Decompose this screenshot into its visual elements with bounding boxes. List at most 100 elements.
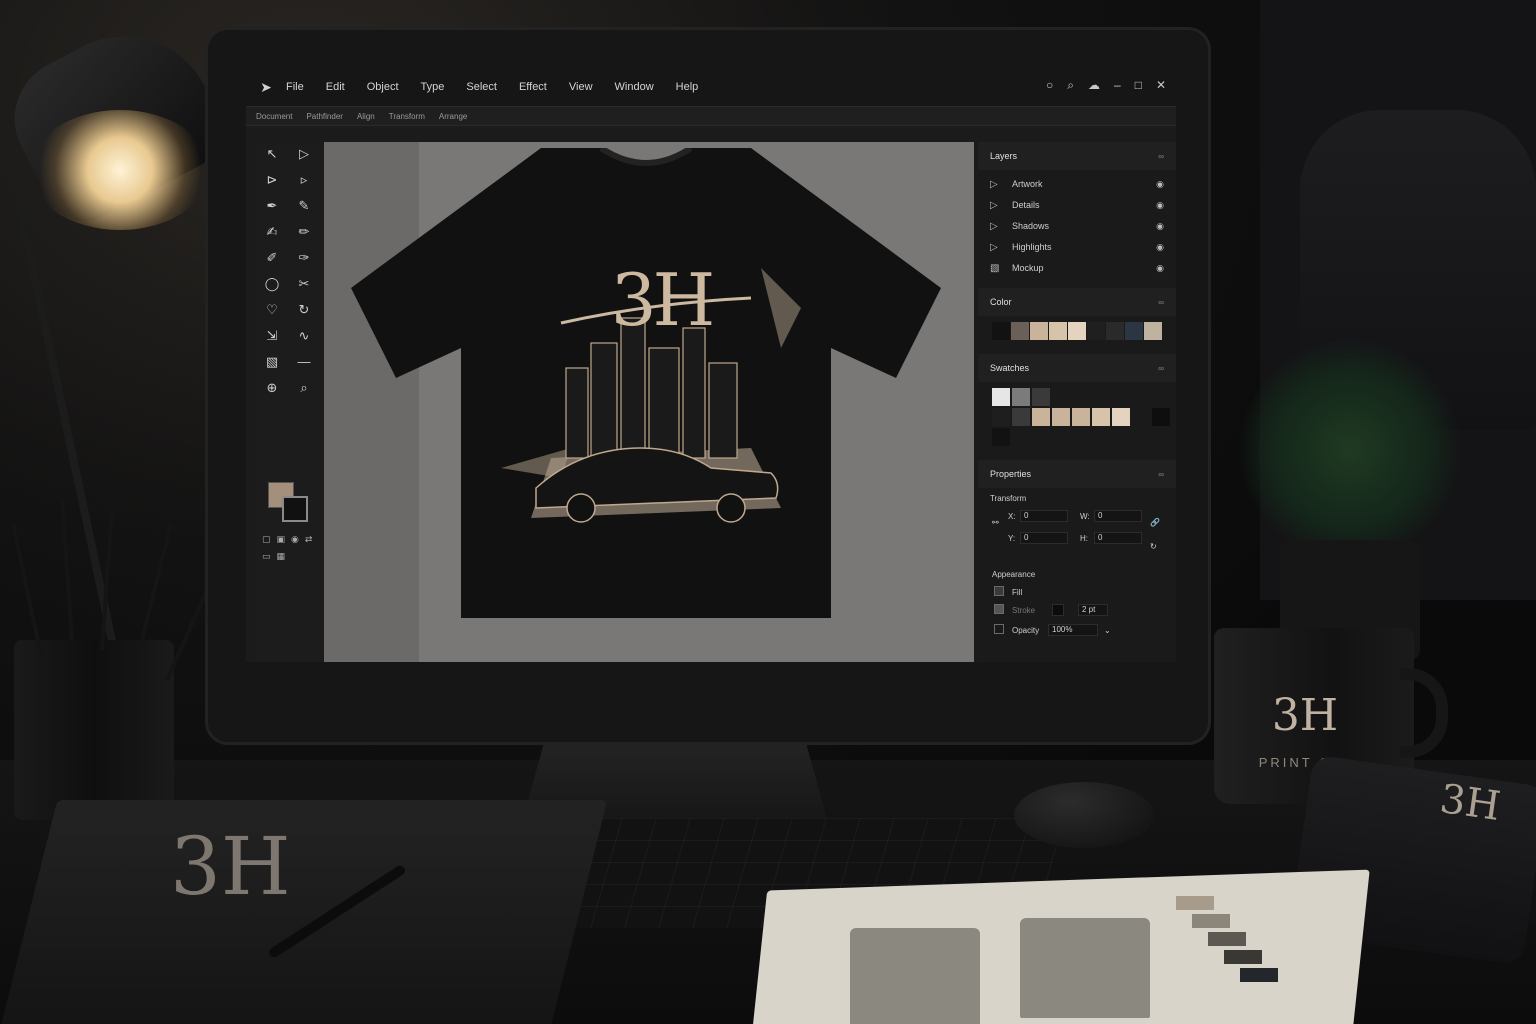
- panel-menu-icon[interactable]: ∞: [1158, 152, 1164, 161]
- curvature-tool-icon[interactable]: ✎: [288, 198, 320, 218]
- screen-mode-icon[interactable]: ▭: [262, 551, 271, 562]
- properties-header[interactable]: Properties ∞: [978, 460, 1176, 488]
- menu-edit[interactable]: Edit: [326, 81, 345, 93]
- draw-inside-icon[interactable]: ◉: [291, 534, 299, 545]
- ellipse-tool-icon[interactable]: ◯: [256, 276, 288, 296]
- artboard-icon[interactable]: ▦: [277, 551, 286, 562]
- swatch[interactable]: [1092, 388, 1110, 406]
- rotate-icon[interactable]: ↻: [1150, 542, 1157, 551]
- panel-menu-icon[interactable]: ∞: [1158, 298, 1164, 307]
- options-align[interactable]: Align: [357, 112, 375, 121]
- swatch[interactable]: [992, 428, 1010, 446]
- link-icon[interactable]: ⚯: [992, 518, 999, 527]
- stroke-weight-field[interactable]: 2 pt: [1078, 604, 1108, 616]
- swatch[interactable]: [1072, 408, 1090, 426]
- visibility-eye-icon[interactable]: ◉: [1148, 221, 1164, 232]
- swatch[interactable]: [1152, 428, 1170, 446]
- search-tool-icon[interactable]: ⌕: [288, 380, 320, 400]
- shape-builder-tool-icon[interactable]: ♡: [256, 302, 288, 322]
- swatch[interactable]: [1032, 408, 1050, 426]
- color-chip[interactable]: [1068, 322, 1086, 340]
- swatch[interactable]: [1052, 408, 1070, 426]
- direct-selection-tool-icon[interactable]: ▷: [288, 146, 320, 166]
- swatch[interactable]: [1112, 408, 1130, 426]
- stroke-checkbox[interactable]: [994, 604, 1004, 614]
- draw-normal-icon[interactable]: ▢: [262, 534, 271, 545]
- zoom-tool-icon[interactable]: ⊕: [256, 380, 288, 400]
- color-chip[interactable]: [1030, 322, 1048, 340]
- layer-highlights[interactable]: ▷ Highlights ◉: [990, 237, 1164, 257]
- pen-tool-icon[interactable]: ✒: [256, 198, 288, 218]
- lasso-tool-icon[interactable]: ▹: [288, 172, 320, 192]
- swatch[interactable]: [1132, 388, 1150, 406]
- layers-header[interactable]: Layers ∞: [978, 142, 1176, 170]
- gradient-tool-icon[interactable]: ▧: [256, 354, 288, 374]
- panel-menu-icon[interactable]: ∞: [1158, 470, 1164, 479]
- swatch[interactable]: [1092, 428, 1110, 446]
- pencil-tool-icon[interactable]: ✏: [288, 224, 320, 244]
- rotate-tool-icon[interactable]: ↻: [288, 302, 320, 322]
- share-icon[interactable]: ○: [1046, 78, 1053, 93]
- brush-tool-icon[interactable]: ✍: [256, 224, 288, 244]
- visibility-eye-icon[interactable]: ◉: [1148, 200, 1164, 211]
- stroke-swatch[interactable]: [1052, 604, 1064, 616]
- menu-window[interactable]: Window: [615, 81, 654, 93]
- options-document[interactable]: Document: [256, 112, 292, 121]
- visibility-eye-icon[interactable]: ◉: [1148, 179, 1164, 190]
- shaper-tool-icon[interactable]: ✑: [288, 250, 320, 270]
- swatch[interactable]: [992, 388, 1010, 406]
- swatch[interactable]: [1072, 388, 1090, 406]
- scale-tool-icon[interactable]: ⇲: [256, 328, 288, 348]
- close-icon[interactable]: ✕: [1156, 78, 1166, 93]
- swatch[interactable]: [1012, 408, 1030, 426]
- cloud-icon[interactable]: ☁: [1088, 78, 1100, 93]
- magic-wand-tool-icon[interactable]: ⊳: [256, 172, 288, 192]
- color-chip[interactable]: [1144, 322, 1162, 340]
- maximize-icon[interactable]: □: [1135, 78, 1142, 93]
- visibility-eye-icon[interactable]: ◉: [1148, 263, 1164, 274]
- options-arrange[interactable]: Arrange: [439, 112, 467, 121]
- menu-type[interactable]: Type: [421, 81, 445, 93]
- swatch[interactable]: [1132, 408, 1150, 426]
- y-field[interactable]: 0: [1020, 532, 1068, 544]
- swatch[interactable]: [1012, 388, 1030, 406]
- h-field[interactable]: 0: [1094, 532, 1142, 544]
- swatch[interactable]: [1132, 428, 1150, 446]
- opacity-checkbox[interactable]: [994, 624, 1004, 634]
- panel-menu-icon[interactable]: ∞: [1158, 364, 1164, 373]
- draw-behind-icon[interactable]: ▣: [277, 534, 286, 545]
- menu-effect[interactable]: Effect: [519, 81, 547, 93]
- search-icon[interactable]: ⌕: [1067, 78, 1074, 93]
- visibility-eye-icon[interactable]: ◉: [1148, 242, 1164, 253]
- color-header[interactable]: Color ∞: [978, 288, 1176, 316]
- swatch[interactable]: [1032, 388, 1050, 406]
- menu-file[interactable]: File: [286, 81, 304, 93]
- app-cursor-icon[interactable]: ➤: [246, 79, 286, 96]
- constrain-icon[interactable]: 🔗: [1150, 518, 1160, 527]
- swatch[interactable]: [1112, 428, 1130, 446]
- opacity-field[interactable]: 100%: [1048, 624, 1098, 636]
- menu-select[interactable]: Select: [466, 81, 497, 93]
- swatches-header[interactable]: Swatches ∞: [978, 354, 1176, 382]
- chevron-down-icon[interactable]: ⌄: [1104, 626, 1111, 635]
- swatch[interactable]: [992, 408, 1010, 426]
- color-chip[interactable]: [1125, 322, 1143, 340]
- swatch[interactable]: [1052, 428, 1070, 446]
- minimize-icon[interactable]: –: [1114, 78, 1121, 93]
- swatch[interactable]: [1072, 428, 1090, 446]
- layer-artwork[interactable]: ▷ Artwork ◉: [990, 174, 1164, 194]
- options-transform[interactable]: Transform: [389, 112, 425, 121]
- warp-tool-icon[interactable]: ∿: [288, 328, 320, 348]
- menu-help[interactable]: Help: [676, 81, 699, 93]
- color-chip[interactable]: [1087, 322, 1105, 340]
- color-chip[interactable]: [1106, 322, 1124, 340]
- layer-shadows[interactable]: ▷ Shadows ◉: [990, 216, 1164, 236]
- swap-icon[interactable]: ⇄: [305, 534, 313, 545]
- selection-tool-icon[interactable]: ↖: [256, 146, 288, 166]
- x-field[interactable]: 0: [1020, 510, 1068, 522]
- swatch[interactable]: [1112, 388, 1130, 406]
- swatch[interactable]: [1152, 388, 1170, 406]
- swatch[interactable]: [1092, 408, 1110, 426]
- swatch[interactable]: [1012, 428, 1030, 446]
- menu-object[interactable]: Object: [367, 81, 399, 93]
